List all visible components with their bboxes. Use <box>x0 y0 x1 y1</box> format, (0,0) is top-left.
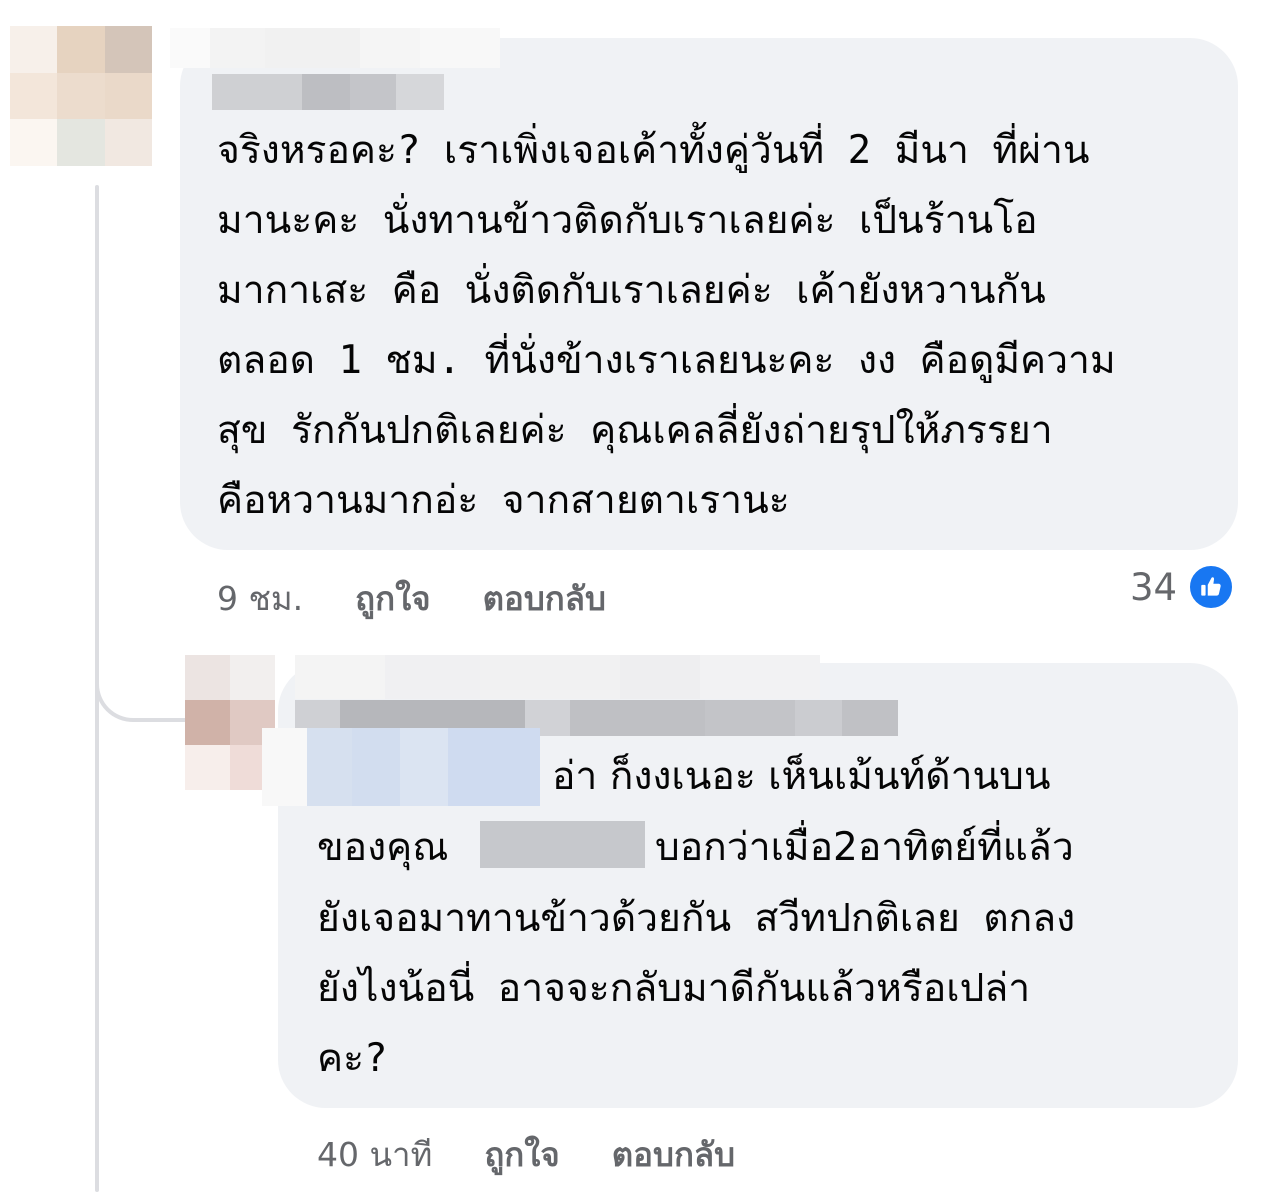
comment-meta-2: 40 นาที ถูกใจ ตอบกลับ <box>317 1128 735 1181</box>
comment-text-1: จริงหรอคะ? เราเพิ่งเจอเค้าทั้งคู่วันที่ … <box>217 128 1116 523</box>
mentioned-name-redacted[interactable] <box>480 821 645 868</box>
commenter-name-blurred-1[interactable] <box>170 28 500 68</box>
commenter-name-blurred-1-row2 <box>212 74 444 110</box>
mention-tag-blurred[interactable] <box>262 728 540 806</box>
like-button[interactable]: ถูกใจ <box>484 1128 559 1181</box>
reaction-summary[interactable]: 34 <box>1130 563 1236 611</box>
like-button[interactable]: ถูกใจ <box>355 572 430 625</box>
reply-button[interactable]: ตอบกลับ <box>612 1128 735 1181</box>
reaction-count: 34 <box>1130 565 1178 609</box>
comment-text-2-line2-prefix: ของคุณ <box>317 825 449 870</box>
reply-connector-elbow <box>95 600 189 722</box>
comment-time[interactable]: 9 ชม. <box>217 572 303 625</box>
avatar-blurred-1[interactable] <box>10 26 152 166</box>
comment-text-2-line1: อ่า ก็งงเนอะ เห็นเม้นท์ด้านบน <box>552 754 1051 799</box>
thumbs-up-icon <box>1187 563 1236 611</box>
commenter-name-blurred-2[interactable] <box>295 655 820 699</box>
comment-meta-1: 9 ชม. ถูกใจ ตอบกลับ <box>217 572 606 625</box>
reply-button[interactable]: ตอบกลับ <box>483 572 606 625</box>
comment-text-2-rest: ยังเจอมาทานข้าวด้วยกัน สวีทปกติเลย ตกลง … <box>317 896 1076 1081</box>
comment-time[interactable]: 40 นาที <box>317 1128 432 1181</box>
comment-text-2-line2-suffix: บอกว่าเมื่อ2อาทิตย์ที่แล้ว <box>655 825 1074 870</box>
